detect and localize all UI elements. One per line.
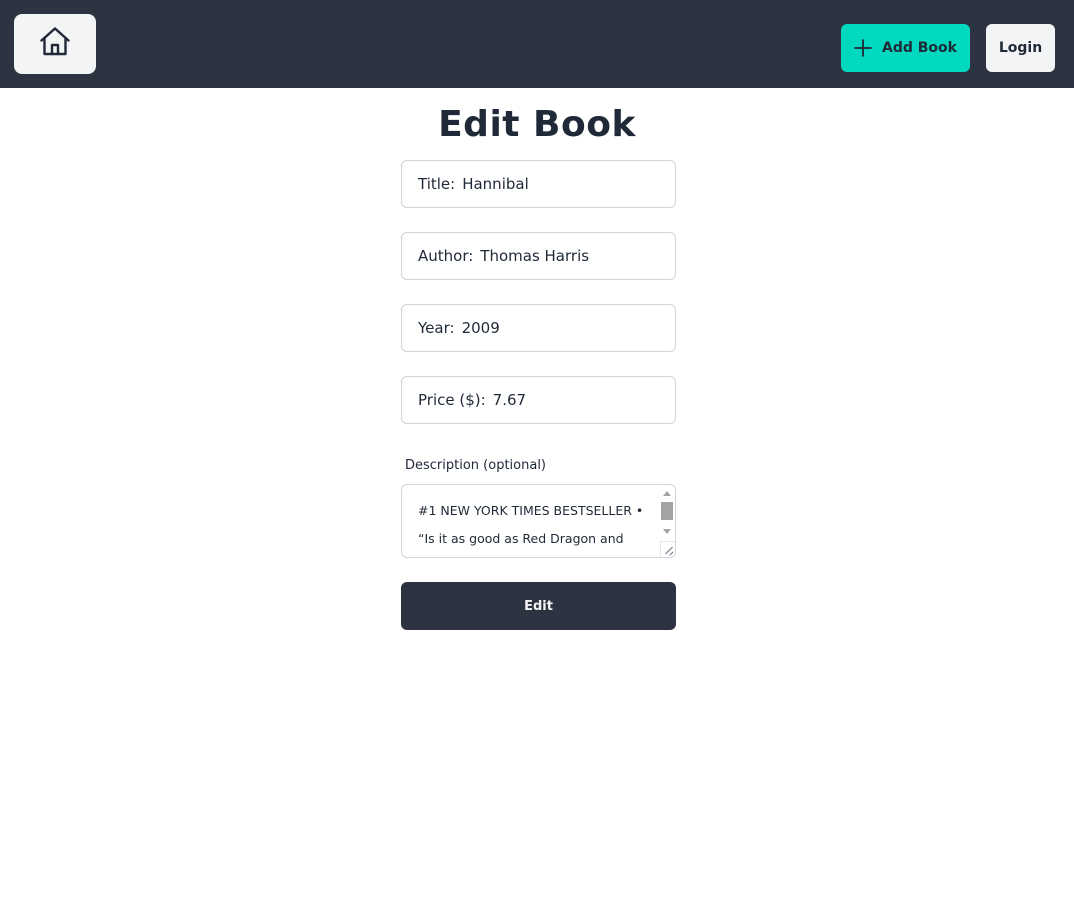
home-icon [37,24,73,64]
add-book-label: Add Book [882,40,957,56]
description-line: #1 NEW YORK TIMES BESTSELLER • [418,503,644,518]
top-navbar: Add Book Login [0,0,1074,88]
page-title: Edit Book [438,104,636,145]
price-field-label: Price ($): [418,391,486,409]
scroll-up-arrow-icon[interactable] [663,491,671,496]
scroll-down-arrow-icon[interactable] [663,529,671,534]
author-field[interactable]: Author: Thomas Harris [401,232,676,280]
author-field-value: Thomas Harris [480,247,590,265]
plus-icon [854,39,872,57]
price-field[interactable]: Price ($): 7.67 [401,376,676,424]
add-book-button[interactable]: Add Book [841,24,970,72]
description-text: #1 NEW YORK TIMES BESTSELLER • “Is it as… [418,497,654,553]
author-field-label: Author: [418,247,474,265]
description-label: Description (optional) [405,458,547,473]
title-field-value: Hannibal [462,175,529,193]
description-scrollbar[interactable] [660,487,674,545]
year-field-value: 2009 [461,319,500,337]
home-button[interactable] [14,14,96,74]
title-field[interactable]: Title: Hannibal [401,160,676,208]
description-line: “Is it as good as Red Dragon and [418,531,624,546]
scroll-thumb[interactable] [661,502,673,520]
resize-handle-icon[interactable] [660,541,675,557]
year-field-label: Year: [418,319,455,337]
price-field-value: 7.67 [492,391,527,409]
edit-submit-button[interactable]: Edit [401,582,676,630]
title-field-label: Title: [418,175,456,193]
description-textarea[interactable]: #1 NEW YORK TIMES BESTSELLER • “Is it as… [401,484,676,558]
year-field[interactable]: Year: 2009 [401,304,676,352]
login-button[interactable]: Login [986,24,1055,72]
